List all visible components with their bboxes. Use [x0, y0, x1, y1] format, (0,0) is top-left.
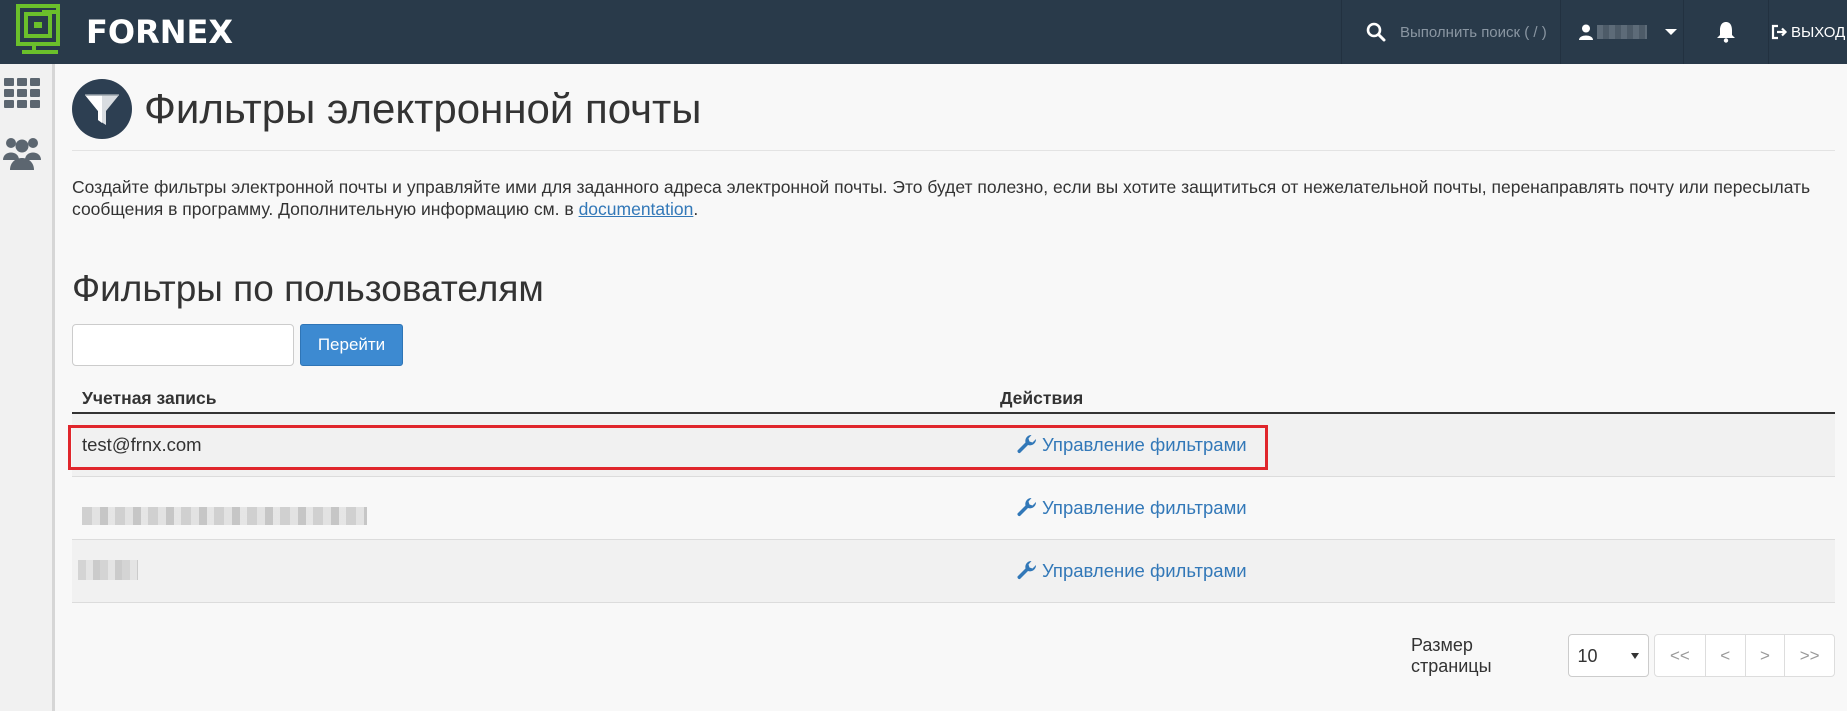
logout-label: ВЫХОД	[1791, 23, 1846, 41]
filter-funnel-icon	[72, 79, 132, 139]
fornex-logo-icon	[16, 4, 60, 54]
manage-filters-label: Управление фильтрами	[1042, 497, 1247, 518]
pagination: Размер страницы 10 << < > >>	[1411, 634, 1835, 677]
page-description: Создайте фильтры электронной почты и упр…	[72, 177, 1811, 219]
logout-icon	[1771, 24, 1788, 40]
column-header-actions: Действия	[1000, 388, 1084, 408]
logo[interactable]: FORNEX	[16, 4, 233, 60]
manage-filters-label: Управление фильтрами	[1042, 560, 1247, 581]
apps-grid-icon[interactable]	[4, 78, 40, 108]
table-header: Учетная запись Действия	[72, 372, 1835, 414]
manage-filters-label: Управление фильтрами	[1042, 434, 1247, 455]
go-button[interactable]: Перейти	[300, 324, 403, 366]
wrench-icon	[1017, 497, 1037, 517]
next-page-button[interactable]: >	[1744, 635, 1785, 676]
manage-filters-link[interactable]: Управление фильтрами	[1016, 434, 1247, 456]
pagination-buttons: << < > >>	[1654, 634, 1835, 677]
accounts-table: Учетная запись Действия test@frnx.com Уп…	[68, 372, 1835, 603]
users-icon[interactable]	[2, 134, 42, 172]
wrench-icon	[1017, 434, 1037, 454]
top-bar: FORNEX Выполнить поиск ( / ) ВЫХОД	[0, 0, 1847, 64]
table-row: test@frnx.com Управление фильтрами	[68, 414, 1835, 477]
table-row: Управление фильтрами	[72, 540, 1835, 603]
global-search[interactable]: Выполнить поиск ( / )	[1342, 0, 1560, 64]
chevron-down-icon	[1665, 29, 1677, 35]
username-redacted	[1597, 25, 1647, 39]
notifications-button[interactable]	[1684, 0, 1768, 64]
search-placeholder: Выполнить поиск ( / )	[1400, 23, 1547, 41]
page-header: Фильтры электронной почты	[72, 78, 701, 140]
user-menu[interactable]	[1561, 0, 1683, 64]
documentation-link[interactable]: documentation	[579, 199, 694, 219]
account-email-redacted	[78, 560, 138, 580]
left-rail	[0, 64, 55, 711]
manage-filters-link[interactable]: Управление фильтрами	[1016, 497, 1247, 519]
page-title: Фильтры электронной почты	[144, 85, 702, 132]
user-icon	[1579, 24, 1593, 40]
column-header-account[interactable]: Учетная запись	[82, 388, 217, 409]
last-page-button[interactable]: >>	[1784, 635, 1834, 676]
section-title: Фильтры по пользователям	[72, 268, 544, 309]
divider	[72, 150, 1835, 151]
account-email: test@frnx.com	[82, 434, 202, 455]
manage-filters-link[interactable]: Управление фильтрами	[1016, 560, 1247, 582]
table-row: Управление фильтрами	[72, 477, 1835, 540]
description-text: Создайте фильтры электронной почты и упр…	[72, 177, 1811, 219]
prev-page-button[interactable]: <	[1704, 635, 1745, 676]
first-page-button[interactable]: <<	[1655, 635, 1705, 676]
brand-name: FORNEX	[86, 13, 234, 51]
wrench-icon	[1017, 560, 1037, 580]
filter-search-input[interactable]	[72, 324, 294, 366]
page-size-value: 10	[1577, 646, 1598, 666]
search-icon	[1366, 22, 1386, 42]
account-email-redacted	[82, 507, 367, 525]
logout-button[interactable]: ВЫХОД	[1769, 0, 1847, 64]
bell-icon	[1717, 22, 1735, 43]
page-size-label: Размер страницы	[1411, 634, 1492, 676]
page-size-select[interactable]: 10	[1567, 634, 1650, 677]
chevron-down-icon	[1631, 653, 1640, 659]
